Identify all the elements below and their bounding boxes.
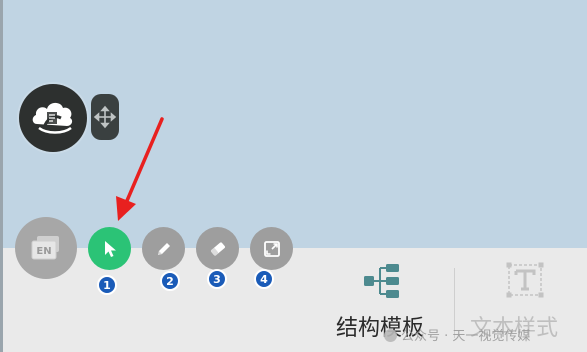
text-style-button[interactable]	[505, 261, 545, 303]
wechat-icon	[384, 329, 397, 342]
watermark: 公众号 · 天一视觉传媒	[384, 325, 530, 344]
text-box-icon	[506, 262, 544, 298]
watermark-text: 公众号 · 天一视觉传媒	[401, 329, 531, 344]
structure-tree-icon	[364, 264, 399, 298]
structure-template-button[interactable]	[362, 262, 402, 304]
red-pointer-arrow	[116, 117, 164, 221]
